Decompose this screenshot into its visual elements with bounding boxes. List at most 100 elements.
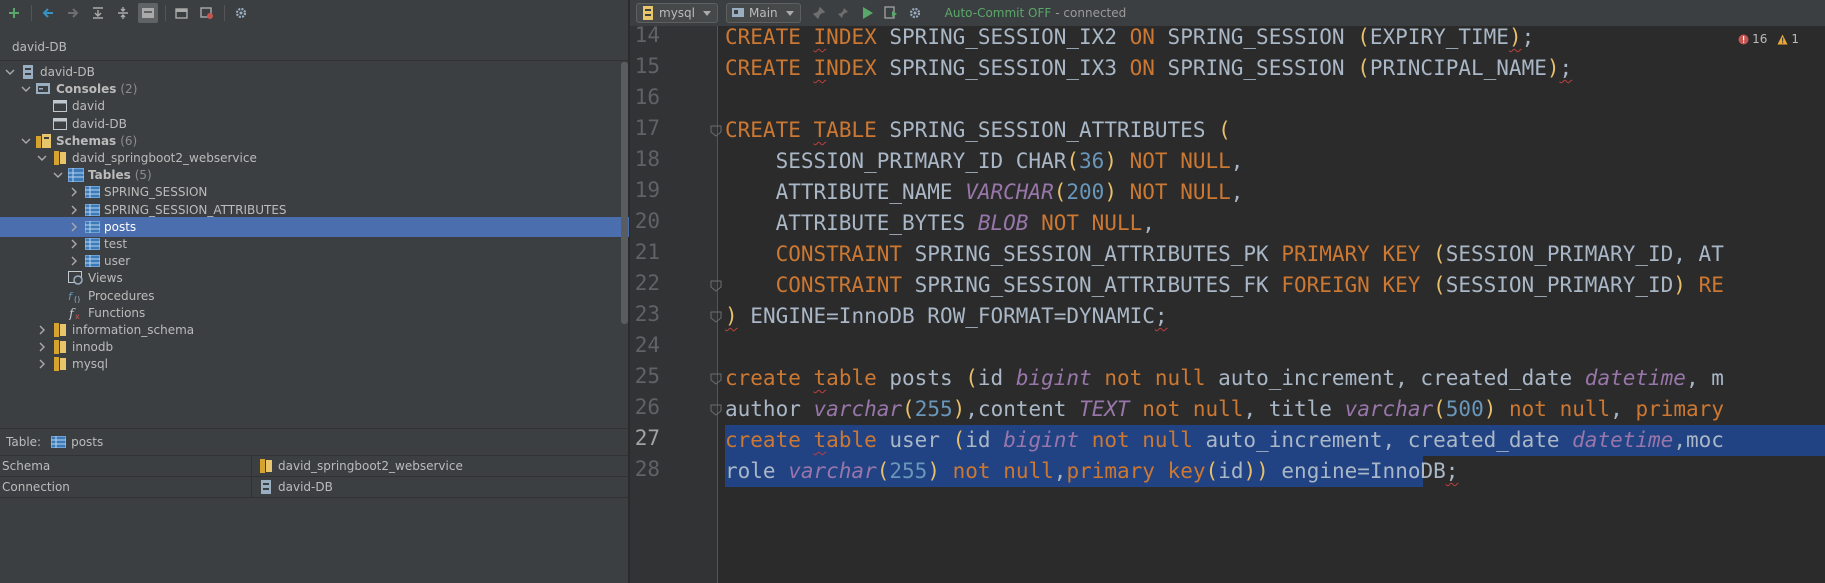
error-count: 16 xyxy=(1752,32,1768,46)
code-line[interactable]: ) ENGINE=InnoDB ROW_FORMAT=DYNAMIC; xyxy=(725,301,1168,332)
execution-plan-icon[interactable] xyxy=(881,3,901,23)
code-token: RE xyxy=(1685,273,1724,297)
code-line[interactable]: CREATE INDEX SPRING_SESSION_IX2 ON SPRIN… xyxy=(725,22,1534,53)
tree-scrollbar[interactable] xyxy=(621,62,628,324)
fold-marker-icon[interactable] xyxy=(710,125,722,137)
code-token: ) xyxy=(1673,273,1686,297)
chevron-down-icon xyxy=(785,10,794,16)
code-token: ) xyxy=(1104,149,1117,173)
settings-gear-icon[interactable] xyxy=(905,3,925,23)
line-number: 26 xyxy=(634,395,660,419)
code-token: varchar xyxy=(1344,397,1434,421)
tree-item-label: user xyxy=(104,254,131,269)
fold-marker-icon[interactable] xyxy=(710,280,722,292)
chevron-right-icon[interactable] xyxy=(68,204,80,216)
code-token: FOREIGN KEY xyxy=(1281,273,1434,297)
code-token: SPRING_SESSION_ATTRIBUTES_PK xyxy=(914,242,1282,266)
chevron-down-icon[interactable] xyxy=(36,152,48,164)
expand-all-icon[interactable] xyxy=(88,3,108,23)
pin-icon[interactable] xyxy=(809,3,829,23)
code-token: not null xyxy=(1496,397,1611,421)
code-token: CREATE xyxy=(725,56,814,80)
run-icon[interactable] xyxy=(857,3,877,23)
code-line[interactable]: CREATE TABLE SPRING_SESSION_ATTRIBUTES ( xyxy=(725,115,1231,146)
code-token: auto_increment, created_date xyxy=(1205,428,1573,452)
unpin-icon[interactable] xyxy=(833,3,853,23)
details-value: david_springboot2_webservice xyxy=(278,459,463,473)
chevron-right-icon[interactable] xyxy=(68,221,80,233)
code-line[interactable]: ATTRIBUTE_BYTES BLOB NOT NULL, xyxy=(725,208,1155,239)
explorer-toolbar xyxy=(0,0,629,26)
code-token: CREATE xyxy=(725,25,814,49)
window-settings-icon[interactable] xyxy=(197,3,217,23)
dialect-select[interactable]: mysql xyxy=(636,3,718,23)
chevron-right-icon[interactable] xyxy=(36,358,48,370)
table-icon xyxy=(84,254,100,268)
fold-marker-icon[interactable] xyxy=(710,373,722,385)
code-line[interactable]: role varchar(255) not null,primary key(i… xyxy=(725,456,1458,487)
chevron-down-icon[interactable] xyxy=(52,169,64,181)
code-token: ON xyxy=(1129,56,1168,80)
session-icon xyxy=(731,6,745,20)
chevron-right-icon[interactable] xyxy=(36,324,48,336)
details-key: Schema xyxy=(0,456,252,476)
code-token: SPRING_SESSION_ATTRIBUTES xyxy=(889,118,1219,142)
dialect-value: mysql xyxy=(659,6,695,20)
autocommit-status[interactable]: Auto-Commit OFF xyxy=(945,6,1052,20)
code-line[interactable]: create table user (id bigint not null au… xyxy=(725,425,1724,456)
code-token: ; xyxy=(1445,459,1459,483)
gutter-divider xyxy=(717,26,718,583)
code-token: BLOB xyxy=(977,211,1029,235)
fold-marker-icon[interactable] xyxy=(710,404,722,416)
code-line[interactable]: author varchar(255),content TEXT not nul… xyxy=(725,394,1724,425)
database-tree: david-DB Consoles (2) david david-DB Schemas(… xyxy=(0,62,629,420)
code-line[interactable]: SESSION_PRIMARY_ID CHAR(36) NOT NULL, xyxy=(725,146,1244,177)
code-token: not null xyxy=(1091,366,1219,390)
code-token: SPRING_SESSION_IX2 xyxy=(889,25,1130,49)
new-window-icon[interactable] xyxy=(172,3,192,23)
back-icon[interactable] xyxy=(38,3,58,23)
code-token: ( xyxy=(1066,149,1080,173)
filter-icon[interactable] xyxy=(138,3,158,23)
chevron-down-icon[interactable] xyxy=(4,66,16,78)
chevron-right-icon[interactable] xyxy=(68,186,80,198)
code-line[interactable]: CREATE INDEX SPRING_SESSION_IX3 ON SPRIN… xyxy=(725,53,1572,84)
session-select[interactable]: Main xyxy=(726,3,801,23)
code-line[interactable]: CONSTRAINT SPRING_SESSION_ATTRIBUTES_PK … xyxy=(725,239,1724,270)
add-icon[interactable] xyxy=(4,3,24,23)
code-token: NOT NULL xyxy=(1116,149,1231,173)
collapse-all-icon[interactable] xyxy=(113,3,133,23)
code-token: , xyxy=(1230,180,1244,204)
fold-marker-icon[interactable] xyxy=(710,311,722,323)
tree-item-label: Schemas xyxy=(56,133,117,148)
chevron-right-icon[interactable] xyxy=(68,255,80,267)
tree-item[interactable]: mysql xyxy=(0,354,629,374)
code-line[interactable]: CONSTRAINT SPRING_SESSION_ATTRIBUTES_FK … xyxy=(725,270,1724,301)
schema-icon xyxy=(52,357,68,372)
chevron-right-icon[interactable] xyxy=(36,341,48,353)
datasource-icon xyxy=(258,480,274,494)
code-token: posts xyxy=(889,366,966,390)
details-row-schema: Schema david_springboot2_webservice xyxy=(0,455,629,477)
code-token: 36 xyxy=(1079,149,1105,173)
chevron-down-icon[interactable] xyxy=(20,135,32,147)
code-token: id xyxy=(1218,459,1244,483)
chevron-right-icon[interactable] xyxy=(68,238,80,250)
tree-item-label: david_springboot2_webservice xyxy=(72,151,257,165)
inspection-widget[interactable]: 16 1 xyxy=(1738,32,1799,46)
code-line[interactable]: create table posts (id bigint not null a… xyxy=(725,363,1724,394)
chevron-down-icon[interactable] xyxy=(20,83,32,95)
settings-gear-icon[interactable] xyxy=(231,3,251,23)
code-line[interactable]: ATTRIBUTE_NAME VARCHAR(200) NOT NULL, xyxy=(725,177,1244,208)
code-token: SPRING_SESSION_ATTRIBUTES_FK xyxy=(914,273,1282,297)
forward-icon[interactable] xyxy=(63,3,83,23)
line-number: 18 xyxy=(634,147,660,171)
procedures-icon: f() xyxy=(68,289,84,303)
database-explorer-panel: david-DB david-DB Consoles (2) david david-D… xyxy=(0,0,629,583)
details-header-value: posts xyxy=(71,434,104,449)
error-icon xyxy=(1738,34,1749,44)
code-token: ENGINE=InnoDB ROW_FORMAT=DYNAMIC xyxy=(737,304,1155,328)
code-token: able xyxy=(826,366,890,390)
